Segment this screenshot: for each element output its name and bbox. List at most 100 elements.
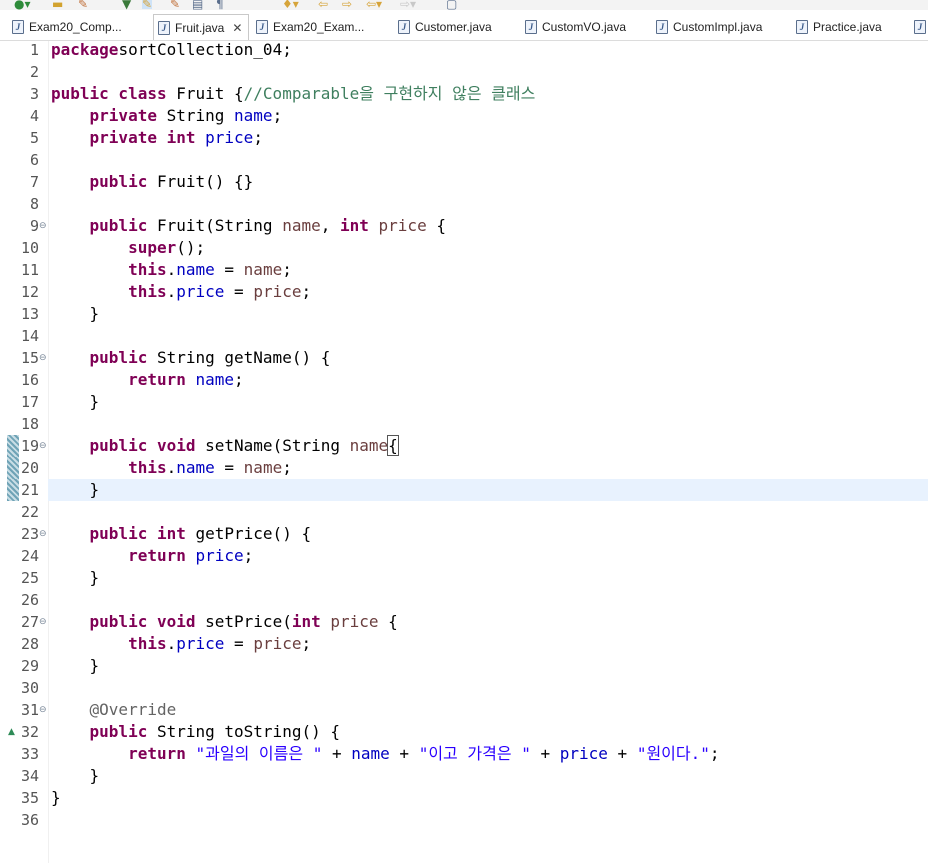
collapse-minus-icon[interactable]: ⊖ — [39, 221, 47, 231]
code-line[interactable]: this.price = price; — [51, 633, 311, 655]
token-kw: private — [89, 106, 157, 125]
code-line[interactable]: } — [51, 391, 100, 413]
tab-customvo-java[interactable]: J CustomVO.java — [525, 16, 626, 38]
code-line[interactable]: } — [51, 567, 100, 589]
code-line[interactable]: } — [51, 787, 61, 809]
tab-customer-java[interactable]: J Customer.java — [398, 16, 492, 38]
code-line[interactable]: public Fruit() {} — [51, 171, 254, 193]
token-kw: this — [128, 260, 167, 279]
token-fld: name — [176, 458, 215, 477]
code-line[interactable]: return "과일의 이름은 " + name + "이고 가격은 " + p… — [51, 743, 719, 765]
token-fld: price — [559, 744, 608, 763]
java-file-icon: J — [525, 20, 537, 34]
tab-label: CustomVO.java — [542, 20, 627, 34]
code-line[interactable]: super(); — [51, 237, 205, 259]
collapse-minus-icon[interactable]: ⊖ — [39, 353, 47, 363]
line-number: 8 — [29, 195, 39, 213]
token-kw: this — [128, 282, 167, 301]
close-icon[interactable]: ✕ — [232, 21, 242, 35]
edit-icon[interactable]: ✎ — [142, 0, 153, 10]
token-text: { — [426, 216, 446, 235]
tab-label: Customer.java — [415, 20, 492, 34]
code-line[interactable]: @Override — [51, 699, 177, 721]
token-text: = — [224, 282, 254, 301]
code-line[interactable]: public int getPrice() { — [51, 523, 312, 545]
line-number: 15 — [20, 349, 39, 367]
code-line[interactable]: } — [51, 765, 100, 787]
paragraph-icon[interactable]: ¶ — [216, 0, 224, 10]
line-number: 4 — [29, 107, 39, 125]
line-number: 18 — [20, 415, 39, 433]
code-line[interactable]: public String toString() { — [51, 721, 340, 743]
java-file-icon: J — [796, 20, 808, 34]
tab-exam20-comp[interactable]: J Exam20_Comp... — [12, 16, 122, 38]
token-loc: name — [282, 216, 321, 235]
collapse-minus-icon[interactable]: ⊖ — [39, 705, 47, 715]
code-line[interactable]: this.price = price; — [51, 281, 311, 303]
code-line[interactable]: return price; — [51, 545, 253, 567]
code-editor[interactable]: 1 packagesortCollection_04; 2 3 public class… — [0, 39, 928, 863]
token-text: ; — [272, 106, 283, 125]
java-file-icon: J — [256, 20, 268, 34]
task-icon[interactable]: ✎ — [170, 0, 180, 10]
build-icon[interactable]: ✎ — [78, 0, 88, 10]
token-kw: this — [128, 634, 167, 653]
code-line[interactable]: } — [51, 655, 100, 677]
tab-overflow[interactable]: J — [914, 16, 928, 38]
document-icon[interactable]: ▤ — [192, 0, 203, 10]
code-line[interactable]: public class Fruit {//Comparable을 구현하지 않… — [51, 83, 535, 105]
forward-arrow-icon[interactable]: ⇨ — [342, 0, 352, 10]
tab-label: Exam20_Comp... — [29, 20, 122, 34]
java-file-icon: J — [914, 20, 926, 34]
code-line[interactable]: return name; — [51, 369, 244, 391]
tab-exam20-exam[interactable]: J Exam20_Exam... — [256, 16, 364, 38]
override-triangle-icon[interactable]: ▲ — [8, 727, 15, 737]
history-forward-icon[interactable]: ⇨▾ — [400, 0, 416, 10]
code-line[interactable]: public void setPrice(int price { — [51, 611, 398, 633]
line-number: 11 — [20, 261, 39, 279]
token-text: } — [51, 568, 100, 587]
token-fld: price — [176, 282, 225, 301]
token-kw: this — [128, 458, 167, 477]
code-line[interactable]: this.name = name; — [51, 457, 292, 479]
collapse-minus-icon[interactable]: ⊖ — [39, 441, 47, 451]
back-arrow-icon[interactable]: ⇦ — [318, 0, 328, 10]
line-number: 33 — [20, 745, 39, 763]
code-line[interactable]: private String name; — [51, 105, 283, 127]
history-back-icon[interactable]: ⇦▾ — [366, 0, 382, 10]
token-text: + — [389, 744, 419, 763]
code-line[interactable]: this.name = name; — [51, 259, 292, 281]
token-text: Fruit() {} — [147, 172, 254, 191]
code-line[interactable]: } — [51, 479, 100, 501]
collapse-minus-icon[interactable]: ⊖ — [39, 617, 47, 627]
tab-fruit-java[interactable]: J Fruit.java ✕ — [153, 14, 250, 40]
code-line[interactable]: public String getName() { — [51, 347, 331, 369]
pin-icon[interactable]: ▼ — [122, 0, 131, 10]
token-text: = — [214, 458, 244, 477]
collapse-minus-icon[interactable]: ⊖ — [39, 529, 47, 539]
code-line[interactable]: packagesortCollection_04; — [51, 39, 292, 61]
token-fld: price — [176, 634, 225, 653]
line-number: 9 — [29, 217, 39, 235]
open-folder-icon[interactable]: ▬ — [52, 0, 63, 10]
annotation-nav-icon[interactable]: ♦▾ — [282, 0, 299, 10]
code-line[interactable]: } — [51, 303, 100, 325]
code-line[interactable]: public Fruit(String name, int price { — [51, 215, 446, 237]
run-icon[interactable]: ●▾ — [14, 0, 31, 10]
code-line[interactable]: private int price; — [51, 127, 263, 149]
tab-practice-java[interactable]: J Practice.java — [796, 16, 882, 38]
new-window-icon[interactable]: ▢ — [446, 0, 457, 10]
code-line[interactable]: public void setName(String name{ — [51, 435, 399, 457]
tab-customimpl-java[interactable]: J CustomImpl.java — [656, 16, 762, 38]
token-text: ; — [301, 282, 312, 301]
token-brk: { — [387, 435, 399, 456]
